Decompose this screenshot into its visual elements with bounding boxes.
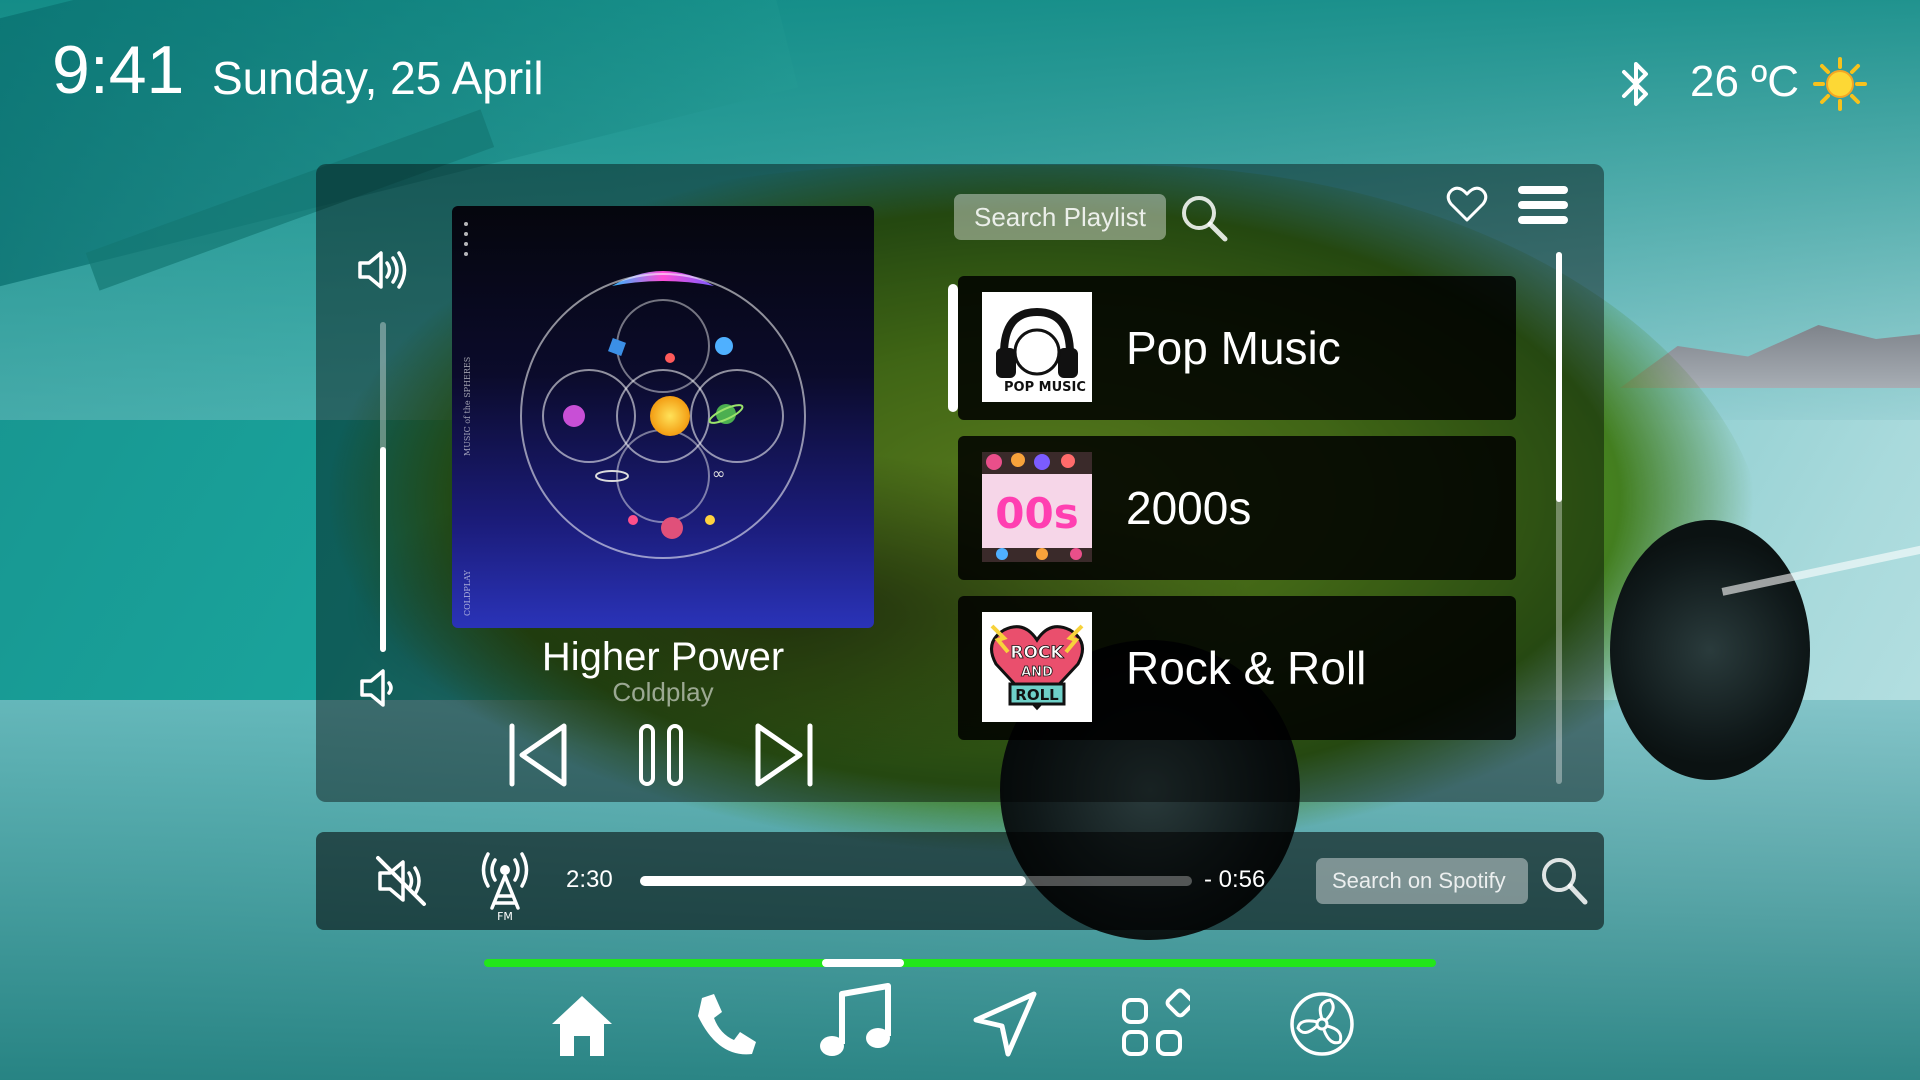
next-icon[interactable] — [752, 720, 816, 790]
search-icon[interactable] — [1178, 192, 1230, 244]
album-cover-artist-text: COLDPLAY — [463, 569, 472, 616]
apps-icon[interactable] — [1118, 986, 1190, 1062]
album-cover-title-text: MUSIC of the SPHERES — [463, 357, 472, 456]
search-playlist-field[interactable] — [954, 194, 1166, 240]
progress-bar[interactable] — [640, 876, 1192, 886]
previous-icon[interactable] — [506, 720, 570, 790]
clock: 9:41 — [52, 32, 185, 108]
album-cover: ∞ MUSIC of the SPHERES COLDPLAY — [452, 206, 874, 628]
temperature: 26 ºC — [1690, 57, 1800, 106]
playlist-scrollbar-thumb[interactable] — [1556, 252, 1562, 502]
playlist-item-pop-music[interactable]: POP MUSIC Pop Music — [948, 276, 1516, 420]
date: Sunday, 25 April — [212, 52, 544, 104]
volume-slider-fill — [380, 447, 386, 652]
pause-icon[interactable] — [638, 720, 684, 790]
sun-icon — [1813, 57, 1867, 111]
phone-icon[interactable] — [688, 986, 760, 1062]
playback-bar: FM 2:30 - 0:56 — [316, 832, 1604, 930]
fan-icon[interactable] — [1286, 986, 1358, 1062]
playlist-item-rock-and-roll[interactable]: ROCK AND ROLL Rock & Roll — [958, 596, 1516, 740]
playlist-name: 2000s — [1126, 482, 1252, 534]
2000s-thumbnail: 00s — [982, 452, 1092, 562]
track-title: Higher Power — [541, 635, 785, 679]
remaining-time: - 0:56 — [1204, 866, 1266, 893]
roll-thumb-text: ROLL — [1015, 686, 1059, 704]
elapsed-time: 2:30 — [566, 866, 613, 893]
home-icon[interactable] — [546, 986, 618, 1062]
volume-slider[interactable] — [380, 322, 386, 652]
playlist-item-2000s[interactable]: 00s 2000s — [958, 436, 1516, 580]
fm-label: FM — [497, 910, 513, 922]
pop-music-thumb-text: POP MUSIC — [1004, 380, 1086, 395]
heart-icon[interactable] — [1446, 184, 1488, 224]
playlist-name: Pop Music — [1126, 322, 1341, 374]
and-thumb-text: AND — [1021, 665, 1053, 680]
track-artist: Coldplay — [612, 677, 714, 707]
svg-text:∞: ∞ — [712, 464, 725, 483]
nav-active-indicator — [822, 959, 904, 967]
playlist-scrollbar[interactable] — [1556, 252, 1562, 784]
navigation-icon[interactable] — [968, 986, 1040, 1062]
menu-icon[interactable] — [1516, 182, 1570, 228]
progress-bar-fill — [640, 876, 1027, 886]
rock-thumb-text: ROCK — [1010, 643, 1064, 663]
volume-up-icon[interactable] — [356, 248, 408, 292]
radio-fm-icon[interactable]: FM — [476, 848, 534, 922]
bluetooth-icon[interactable] — [1614, 56, 1658, 112]
search-spotify-field[interactable] — [1316, 858, 1528, 904]
2000s-thumb-text: 00s — [995, 489, 1078, 538]
mute-icon[interactable] — [374, 854, 430, 908]
music-icon[interactable] — [812, 980, 896, 1064]
search-playlist-input[interactable] — [954, 194, 1166, 240]
music-player-panel: ∞ MUSIC of the SPHERES COLDPLAY Higher P… — [316, 164, 1604, 802]
search-icon[interactable] — [1538, 854, 1590, 908]
playlist-name: Rock & Roll — [1126, 642, 1367, 694]
nav-indicator-track — [484, 959, 1436, 967]
pop-music-thumbnail: POP MUSIC — [982, 292, 1092, 402]
volume-down-icon[interactable] — [358, 666, 398, 710]
search-spotify-input[interactable] — [1316, 858, 1528, 904]
rock-and-roll-thumbnail: ROCK AND ROLL — [982, 612, 1092, 722]
